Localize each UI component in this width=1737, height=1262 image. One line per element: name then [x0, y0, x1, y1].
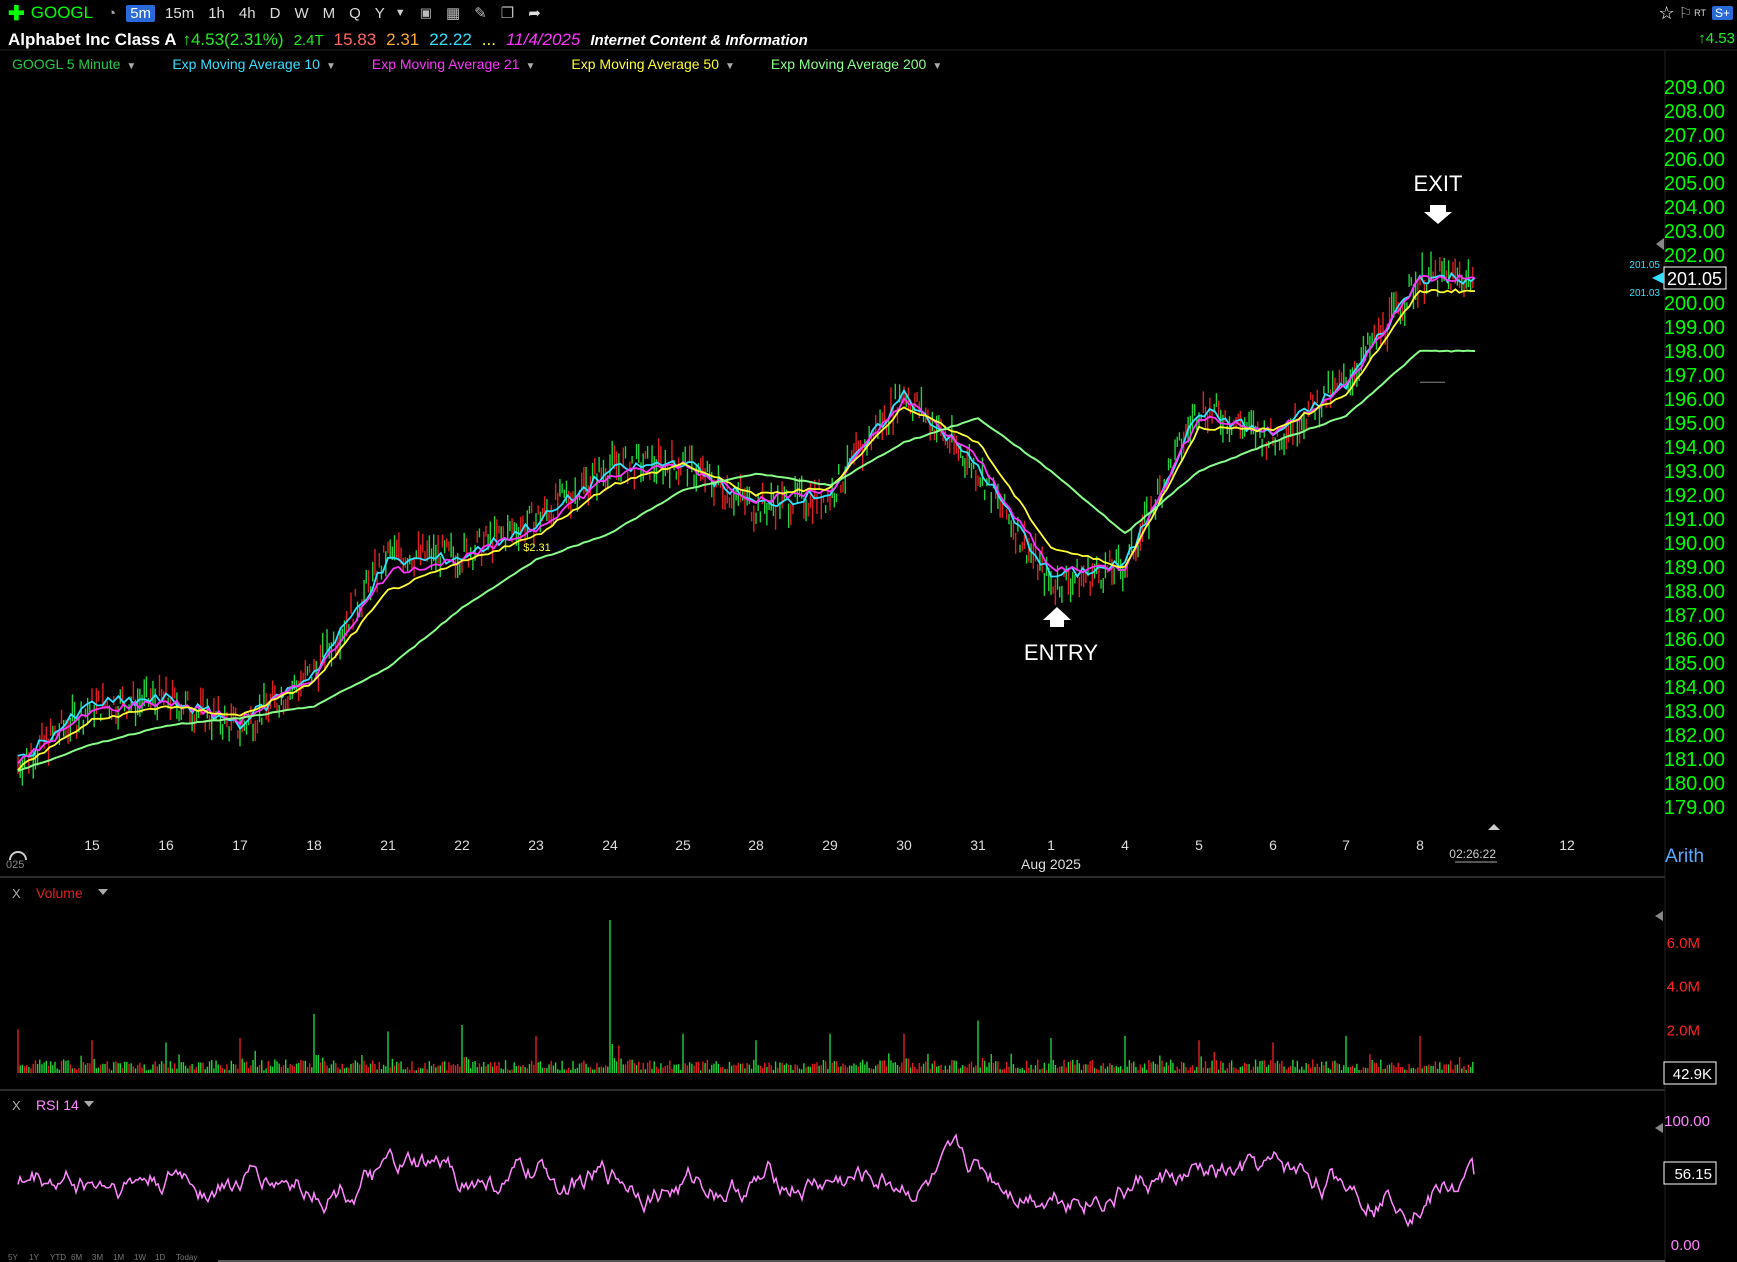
x-tick-label: 12	[1559, 837, 1575, 853]
range-button-3m[interactable]: 3M	[92, 1253, 103, 1262]
exit-arrow-icon	[1424, 205, 1452, 224]
x-tick-label: 18	[306, 837, 322, 853]
entry-label: ENTRY	[1024, 640, 1098, 665]
last-price-label: 201.05	[1667, 269, 1722, 289]
x-tick-label: 23	[528, 837, 544, 853]
scroll-marker-icon	[1656, 238, 1664, 250]
price-tick-label: 192.00	[1664, 485, 1725, 507]
price-tick-label: 179.00	[1664, 797, 1725, 819]
range-button-today[interactable]: Today	[176, 1253, 197, 1262]
rsi-close-button: X	[12, 1098, 21, 1113]
series-line-2	[17, 273, 1476, 764]
x-tick-label: 8	[1416, 837, 1424, 853]
x-tick-label: 5	[1195, 837, 1203, 853]
x-tick-label: 6	[1269, 837, 1277, 853]
chevron-down-icon[interactable]	[98, 889, 108, 895]
price-tick-label: 197.00	[1664, 365, 1725, 387]
price-tick-label: 208.00	[1664, 101, 1725, 123]
volume-tick-label: 2.0M	[1667, 1022, 1700, 1039]
exit-label: EXIT	[1414, 171, 1463, 196]
x-tick-label: 28	[748, 837, 764, 853]
price-tick-label: 209.00	[1664, 77, 1725, 99]
axis-mode-label: Arith	[1665, 846, 1704, 867]
price-tick-label: 185.00	[1664, 653, 1725, 675]
price-tick-label: 203.00	[1664, 221, 1725, 243]
range-button-1w[interactable]: 1W	[134, 1253, 146, 1262]
price-tick-label: 196.00	[1664, 389, 1725, 411]
price-tick-label: 184.00	[1664, 677, 1725, 699]
price-tick-label: 189.00	[1664, 557, 1725, 579]
x-tick-label: 7	[1342, 837, 1350, 853]
x-tick-label: 25	[675, 837, 691, 853]
x-tick-label: 21	[380, 837, 396, 853]
rsi-title: RSI 14	[36, 1097, 79, 1113]
x-tick-label: 29	[822, 837, 838, 853]
price-tick-label: 193.00	[1664, 461, 1725, 483]
series-line-4	[17, 349, 1476, 772]
price-tick-label: 186.00	[1664, 629, 1725, 651]
entry-arrow-icon	[1043, 607, 1071, 627]
range-button-1d[interactable]: 1D	[155, 1253, 165, 1262]
x-tick-label: 31	[970, 837, 986, 853]
price-tick-label: 188.00	[1664, 581, 1725, 603]
price-tick-label: 182.00	[1664, 725, 1725, 747]
range-button-5y[interactable]: 5Y	[8, 1253, 18, 1262]
range-button-6m[interactable]: 6M	[71, 1253, 82, 1262]
series-line-3	[17, 288, 1476, 771]
volume-last-label: 42.9K	[1673, 1066, 1712, 1083]
x-tick-label: 1	[1047, 837, 1055, 853]
price-tick-label: 187.00	[1664, 605, 1725, 627]
price-tick-label: 191.00	[1664, 509, 1725, 531]
chevron-down-icon[interactable]	[84, 1101, 94, 1107]
volume-close-button: X	[12, 886, 21, 901]
price-tick-label: 180.00	[1664, 773, 1725, 795]
ema10-value: 201.05	[1629, 260, 1660, 271]
range-button-1m[interactable]: 1M	[113, 1253, 124, 1262]
price-tick-label: 195.00	[1664, 413, 1725, 435]
up-marker-icon	[1488, 824, 1500, 830]
gap-label: $2.31	[523, 542, 551, 554]
price-tick-label: 200.00	[1664, 293, 1725, 315]
price-tick-label: 190.00	[1664, 533, 1725, 555]
price-tick-label: 198.00	[1664, 341, 1725, 363]
x-tick-label: 4	[1121, 837, 1129, 853]
rsi-last-label: 56.15	[1674, 1166, 1712, 1183]
month-label: Aug 2025	[1021, 856, 1081, 872]
price-tick-label: 181.00	[1664, 749, 1725, 771]
x-tick-label: 30	[896, 837, 912, 853]
time-label: 02:26:22	[1449, 847, 1496, 861]
price-tick-label: 202.00	[1664, 245, 1725, 267]
last-price-marker-icon	[1652, 272, 1664, 284]
price-tick-label: 194.00	[1664, 437, 1725, 459]
x-tick-label: 24	[602, 837, 618, 853]
left-date-label: 025	[6, 859, 24, 871]
price-tick-label: 205.00	[1664, 173, 1725, 195]
volume-tick-label: 4.0M	[1667, 979, 1700, 996]
ema21-value: 201.03	[1629, 288, 1660, 299]
price-tick-label: 204.00	[1664, 197, 1725, 219]
x-tick-label: 16	[158, 837, 174, 853]
price-tick-label: 199.00	[1664, 317, 1725, 339]
rsi-tick-label: 100.00	[1664, 1113, 1710, 1130]
volume-scroll-icon	[1655, 911, 1663, 921]
price-bars	[17, 251, 1474, 786]
price-tick-label: 207.00	[1664, 125, 1725, 147]
price-tick-label: 183.00	[1664, 701, 1725, 723]
volume-title: Volume	[36, 885, 83, 901]
volume-tick-label: 6.0M	[1667, 935, 1700, 952]
x-tick-label: 22	[454, 837, 470, 853]
series-line-1	[17, 271, 1476, 758]
rsi-tick-label: 0.00	[1671, 1237, 1700, 1254]
price-tick-label: 206.00	[1664, 149, 1725, 171]
x-tick-label: 17	[232, 837, 248, 853]
chart-svg: 209.00208.00207.00206.00205.00204.00203.…	[0, 49, 1737, 1262]
rsi-line	[17, 1133, 1475, 1228]
rsi-scroll-icon	[1655, 1123, 1663, 1133]
range-button-ytd[interactable]: YTD	[50, 1253, 66, 1262]
volume-bars	[17, 920, 1474, 1073]
x-tick-label: 15	[84, 837, 100, 853]
range-button-1y[interactable]: 1Y	[29, 1253, 39, 1262]
